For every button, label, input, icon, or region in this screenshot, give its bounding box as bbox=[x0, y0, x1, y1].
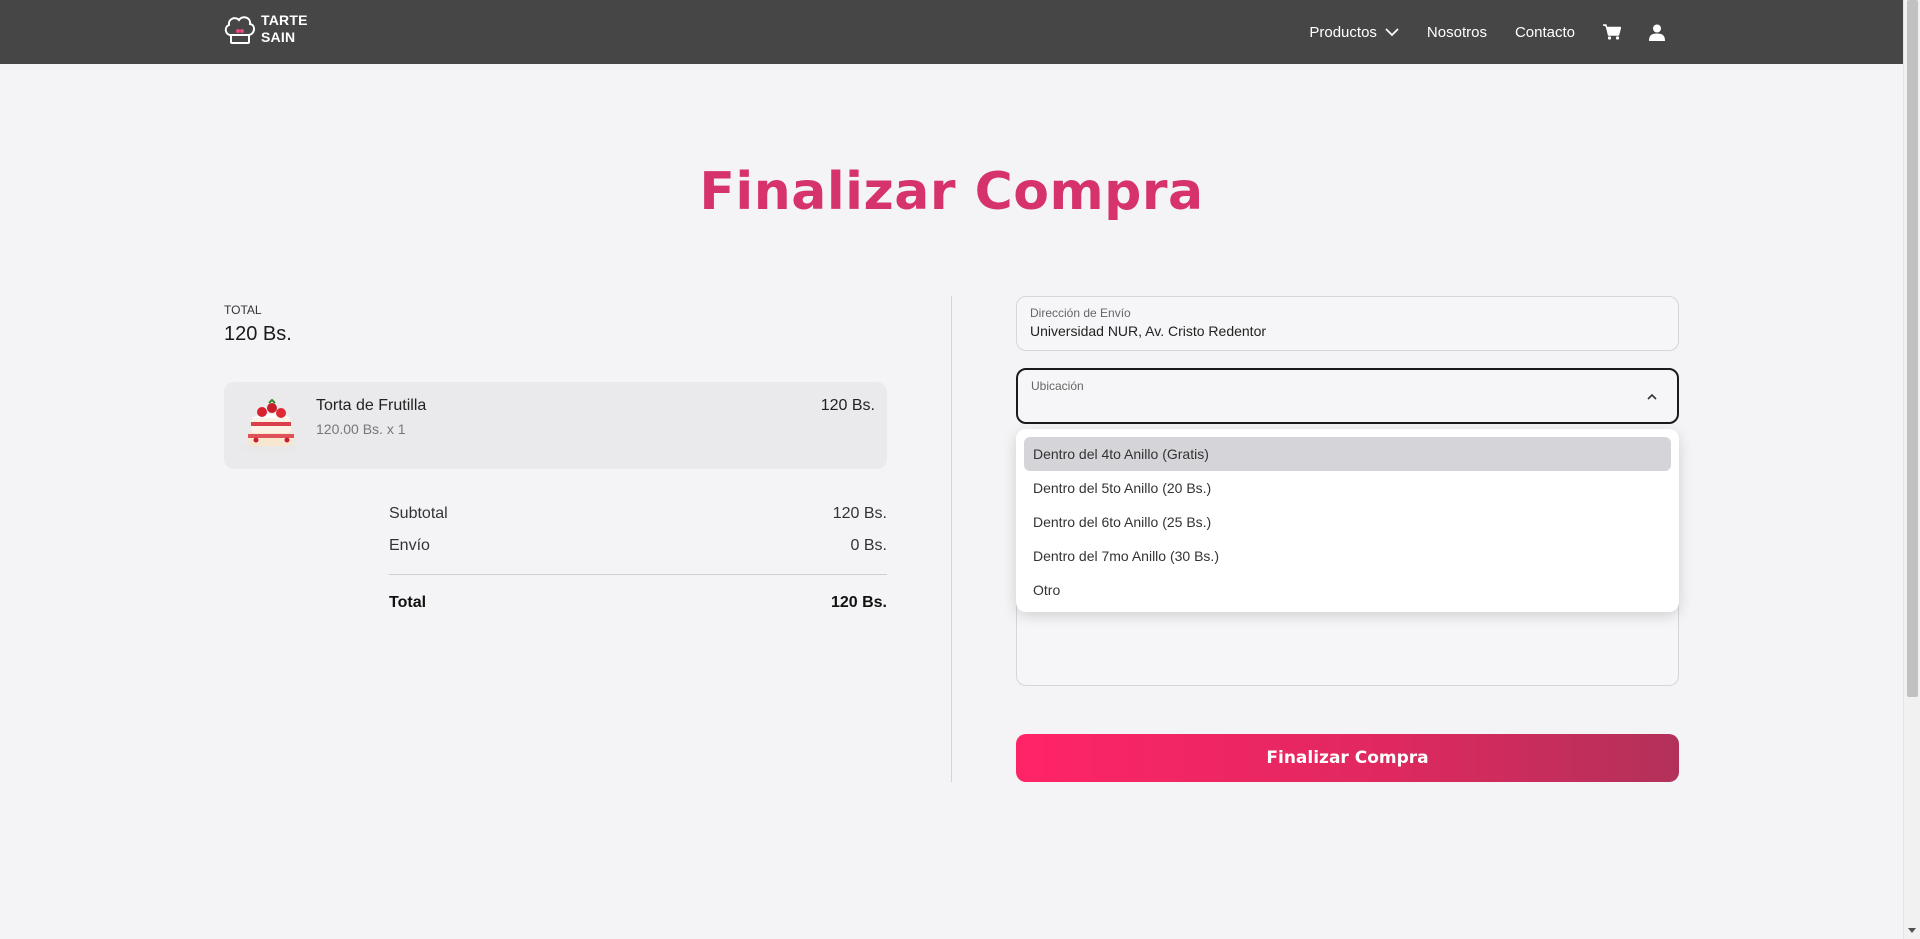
subtotal-label: Subtotal bbox=[389, 505, 448, 522]
page-title: Finalizar Compra bbox=[699, 162, 1204, 222]
main-nav: Productos Nosotros Contacto bbox=[1281, 0, 1665, 64]
finalize-purchase-button[interactable]: Finalizar Compra bbox=[1016, 734, 1679, 782]
grand-total-value: 120 Bs. bbox=[830, 594, 887, 611]
scroll-down-arrow-icon[interactable] bbox=[1908, 928, 1916, 933]
cart-icon bbox=[1603, 24, 1621, 40]
total-label: TOTAL bbox=[224, 303, 262, 317]
location-option[interactable]: Dentro del 4to Anillo (Gratis) bbox=[1024, 437, 1671, 471]
location-dropdown-menu: Dentro del 4to Anillo (Gratis) Dentro de… bbox=[1016, 429, 1679, 612]
page-scrollbar[interactable] bbox=[1903, 0, 1920, 939]
brand-logo[interactable]: TARTE SAIN bbox=[223, 12, 308, 46]
cart-button[interactable] bbox=[1603, 24, 1621, 40]
item-name: Torta de Frutilla bbox=[316, 397, 427, 414]
location-label: Ubicación bbox=[1031, 379, 1084, 393]
subtotal-value: 120 Bs. bbox=[832, 505, 887, 522]
user-icon bbox=[1649, 24, 1665, 41]
address-label: Dirección de Envío bbox=[1030, 306, 1131, 320]
brand-name: TARTE SAIN bbox=[261, 12, 308, 46]
nav-productos[interactable]: Productos bbox=[1309, 24, 1399, 41]
user-button[interactable] bbox=[1649, 24, 1665, 41]
item-detail: 120.00 Bs. x 1 bbox=[316, 421, 406, 437]
chef-hat-icon bbox=[224, 16, 255, 44]
brand-name-line2: SAIN bbox=[261, 29, 296, 45]
location-select[interactable]: Ubicación bbox=[1016, 368, 1679, 424]
shipping-row: Envío 0 Bs. bbox=[389, 537, 887, 555]
cake-image bbox=[243, 398, 299, 453]
location-option[interactable]: Dentro del 6to Anillo (25 Bs.) bbox=[1024, 505, 1671, 539]
item-price: 120 Bs. bbox=[820, 397, 875, 414]
location-option[interactable]: Dentro del 7mo Anillo (30 Bs.) bbox=[1024, 539, 1671, 573]
summary-divider bbox=[389, 574, 887, 575]
brand-name-line1: TARTE bbox=[261, 12, 308, 28]
nav-productos-label: Productos bbox=[1309, 23, 1377, 41]
shipping-value: 0 Bs. bbox=[850, 537, 887, 554]
column-divider bbox=[951, 296, 952, 782]
nav-contacto[interactable]: Contacto bbox=[1515, 24, 1575, 41]
address-field[interactable]: Dirección de Envío Universidad NUR, Av. … bbox=[1016, 296, 1679, 351]
location-option[interactable]: Dentro del 5to Anillo (20 Bs.) bbox=[1024, 471, 1671, 505]
address-input[interactable]: Universidad NUR, Av. Cristo Redentor bbox=[1030, 323, 1266, 339]
location-option[interactable]: Otro bbox=[1024, 573, 1671, 607]
scrollbar-thumb[interactable] bbox=[1907, 0, 1918, 697]
chevron-down-icon bbox=[1385, 27, 1399, 36]
grand-total-label: Total bbox=[389, 594, 427, 611]
cart-item: Torta de Frutilla 120.00 Bs. x 1 120 Bs. bbox=[224, 382, 887, 469]
chevron-up-icon bbox=[1647, 393, 1657, 400]
shipping-label: Envío bbox=[389, 537, 430, 554]
subtotal-row: Subtotal 120 Bs. bbox=[389, 505, 887, 523]
top-navbar: TARTE SAIN Productos Nosotros Contacto bbox=[0, 0, 1903, 64]
grand-total-row: Total 120 Bs. bbox=[389, 594, 887, 612]
nav-nosotros[interactable]: Nosotros bbox=[1427, 24, 1487, 41]
total-value: 120 Bs. bbox=[224, 323, 292, 345]
